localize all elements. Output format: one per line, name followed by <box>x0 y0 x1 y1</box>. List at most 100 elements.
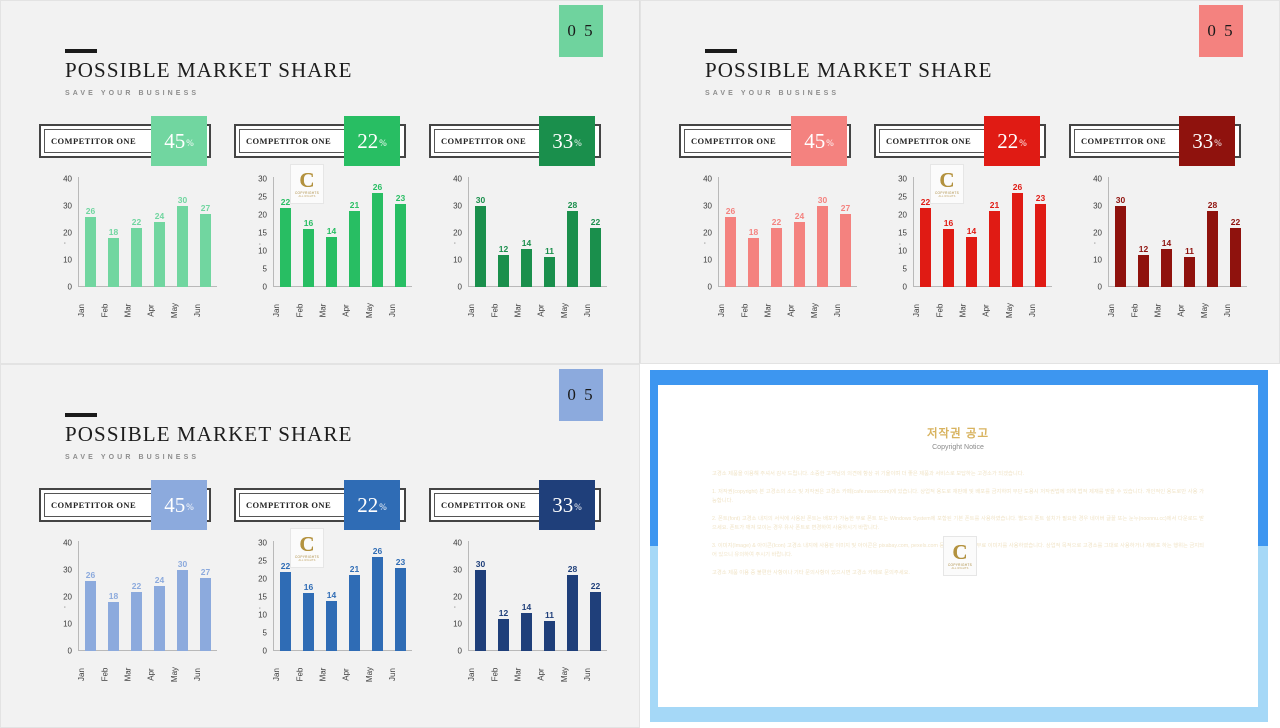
bar[interactable] <box>131 591 142 651</box>
bar-column[interactable]: 21 <box>345 541 364 651</box>
bar-column[interactable]: 30 <box>1111 177 1130 287</box>
slide-panel-green[interactable]: 0 5 POSSIBLE MARKET SHARE SAVE YOUR BUSINE… <box>0 0 640 364</box>
bar-column[interactable]: 24 <box>790 177 809 287</box>
bar-column[interactable]: 11 <box>540 541 559 651</box>
bar[interactable] <box>521 249 532 287</box>
competitor-one-chart-3[interactable]: 40 30 20 10 0. 30 12 14 11 28 22 Jan Feb Mar Apr May Jun <box>1076 175 1251 322</box>
competitor-one-chart-2[interactable]: 30 25 20 15 10 5 0. 22 16 14 21 26 23 Jan Feb Mar Apr May… <box>241 539 416 686</box>
bar-column[interactable]: 26 <box>721 177 740 287</box>
bar-column[interactable]: 22 <box>127 541 146 651</box>
bar[interactable] <box>1230 227 1241 287</box>
competitor-meter-3[interactable]: COMPETITOR ONE 33% <box>429 116 601 166</box>
bar-column[interactable]: 18 <box>104 177 123 287</box>
bar-column[interactable]: 18 <box>744 177 763 287</box>
competitor-meter-1[interactable]: COMPETITOR ONE 45% <box>679 116 851 166</box>
bar-column[interactable]: 18 <box>104 541 123 651</box>
bar-column[interactable]: 23 <box>1031 177 1050 287</box>
bar-column[interactable]: 11 <box>540 177 559 287</box>
bar-column[interactable]: 30 <box>471 541 490 651</box>
bar[interactable] <box>748 238 759 287</box>
bar[interactable] <box>395 568 406 651</box>
bar-column[interactable]: 23 <box>391 541 410 651</box>
slide-panel-red[interactable]: 0 5 POSSIBLE MARKET SHARE SAVE YOUR BUSINE… <box>640 0 1280 364</box>
bar-column[interactable]: 21 <box>985 177 1004 287</box>
bar[interactable] <box>590 227 601 287</box>
bar[interactable] <box>966 236 977 287</box>
bar[interactable] <box>326 236 337 287</box>
bar-column[interactable]: 26 <box>81 541 100 651</box>
bar[interactable] <box>1115 206 1126 287</box>
bar[interactable] <box>372 557 383 651</box>
bar[interactable] <box>85 216 96 287</box>
bar-column[interactable]: 28 <box>563 541 582 651</box>
bar-column[interactable]: 14 <box>322 177 341 287</box>
bar-column[interactable]: 22 <box>127 177 146 287</box>
bar[interactable] <box>1012 193 1023 287</box>
bar-column[interactable]: 26 <box>1008 177 1027 287</box>
bar-column[interactable]: 14 <box>517 177 536 287</box>
bar[interactable] <box>544 257 555 287</box>
bar[interactable] <box>349 575 360 651</box>
bar-column[interactable]: 30 <box>173 541 192 651</box>
bar[interactable] <box>280 571 291 651</box>
bar-column[interactable]: 11 <box>1180 177 1199 287</box>
bar-column[interactable]: 30 <box>471 177 490 287</box>
bar-column[interactable]: 22 <box>586 177 605 287</box>
bar[interactable] <box>177 206 188 287</box>
bar[interactable] <box>590 591 601 651</box>
bar[interactable] <box>303 593 314 651</box>
bar[interactable] <box>177 570 188 651</box>
bar-column[interactable]: 26 <box>81 177 100 287</box>
bar[interactable] <box>725 216 736 287</box>
bar[interactable] <box>85 580 96 651</box>
bar[interactable] <box>989 211 1000 287</box>
bar[interactable] <box>475 570 486 651</box>
bar[interactable] <box>567 211 578 287</box>
competitor-meter-2[interactable]: COMPETITOR ONE 22% <box>234 480 406 530</box>
competitor-meter-1[interactable]: COMPETITOR ONE 45% <box>39 480 211 530</box>
competitor-one-chart-1[interactable]: 40 30 20 10 0. 26 18 22 24 30 27 Jan Feb Mar Apr May Jun <box>686 175 861 322</box>
bar[interactable] <box>395 204 406 287</box>
bar[interactable] <box>280 207 291 287</box>
bar[interactable] <box>108 602 119 651</box>
bar[interactable] <box>1207 211 1218 287</box>
bar[interactable] <box>154 586 165 651</box>
bar-column[interactable]: 27 <box>836 177 855 287</box>
bar-column[interactable]: 12 <box>1134 177 1153 287</box>
copyright-notice-panel[interactable]: 저작권 공고 Copyright Notice 고경소 제품을 이용해 주셔서 … <box>640 364 1280 728</box>
bar[interactable] <box>498 618 509 651</box>
bar-column[interactable]: 22 <box>767 177 786 287</box>
slide-panel-blue[interactable]: 0 5 POSSIBLE MARKET SHARE SAVE YOUR BUSINE… <box>0 364 640 728</box>
bar[interactable] <box>498 254 509 287</box>
bar-column[interactable]: 26 <box>368 541 387 651</box>
bar-column[interactable]: 14 <box>1157 177 1176 287</box>
bar-column[interactable]: 24 <box>150 541 169 651</box>
bar-column[interactable]: 14 <box>962 177 981 287</box>
bar[interactable] <box>817 206 828 287</box>
bar[interactable] <box>771 227 782 287</box>
bar[interactable] <box>920 207 931 287</box>
bar-column[interactable]: 22 <box>1226 177 1245 287</box>
bar[interactable] <box>372 193 383 287</box>
bar[interactable] <box>840 214 851 287</box>
competitor-one-chart-3[interactable]: 40 30 20 10 0. 30 12 14 11 28 22 Jan Feb Mar Apr May Jun <box>436 175 611 322</box>
bar-column[interactable]: 12 <box>494 177 513 287</box>
bar-column[interactable]: 22 <box>586 541 605 651</box>
competitor-one-chart-1[interactable]: 40 30 20 10 0. 26 18 22 24 30 27 Jan Feb Mar Apr May Jun <box>46 539 221 686</box>
bar[interactable] <box>521 613 532 651</box>
competitor-meter-2[interactable]: COMPETITOR ONE 22% <box>874 116 1046 166</box>
competitor-meter-2[interactable]: COMPETITOR ONE 22% <box>234 116 406 166</box>
bar-column[interactable]: 28 <box>563 177 582 287</box>
competitor-meter-3[interactable]: COMPETITOR ONE 33% <box>429 480 601 530</box>
competitor-meter-1[interactable]: COMPETITOR ONE 45% <box>39 116 211 166</box>
bar-column[interactable]: 27 <box>196 177 215 287</box>
bar-column[interactable]: 23 <box>391 177 410 287</box>
bar[interactable] <box>794 222 805 287</box>
bar-column[interactable]: 26 <box>368 177 387 287</box>
bar[interactable] <box>1161 249 1172 287</box>
bar[interactable] <box>544 621 555 651</box>
bar[interactable] <box>567 575 578 651</box>
bar-column[interactable]: 14 <box>517 541 536 651</box>
bar-column[interactable]: 30 <box>813 177 832 287</box>
bar-column[interactable]: 27 <box>196 541 215 651</box>
